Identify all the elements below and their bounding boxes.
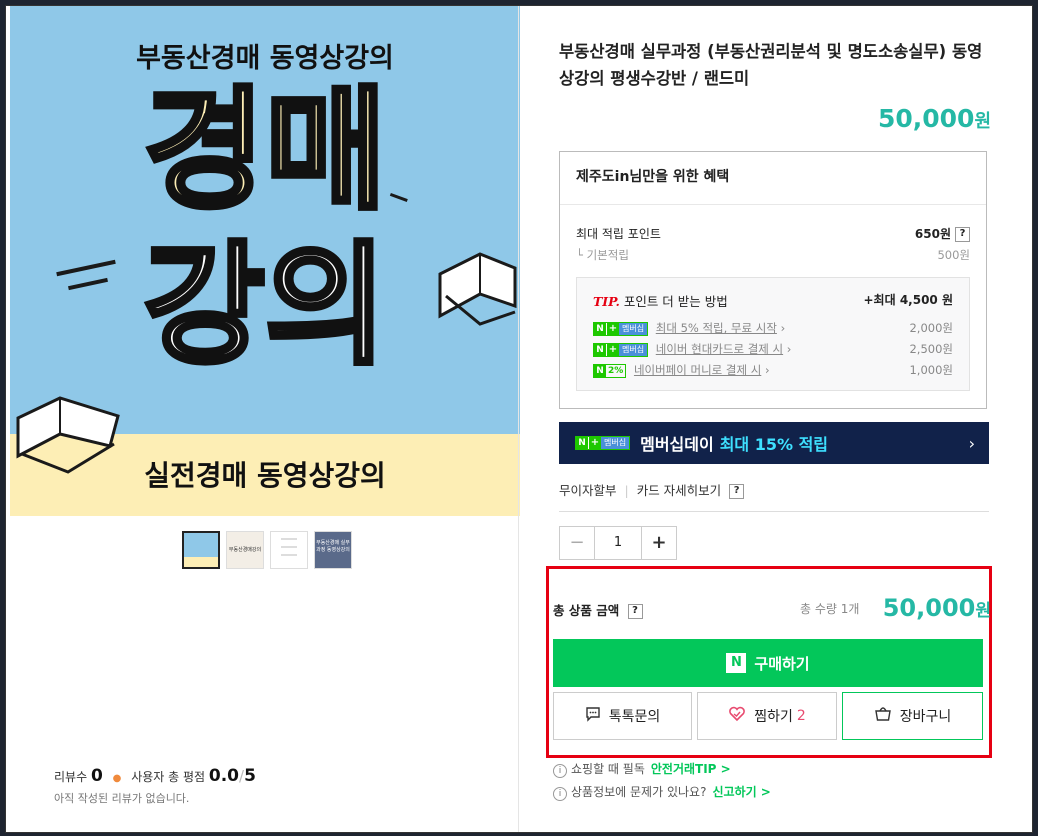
rating-value: 0.0 (208, 766, 240, 786)
review-count-label: 리뷰수 (54, 770, 88, 784)
basic-points-label: └ 기본적립 (576, 248, 629, 262)
product-price-won: 원 (974, 111, 991, 132)
cart-button[interactable]: 장바구니 (842, 692, 983, 740)
separator: | (624, 483, 629, 498)
thumbnail-2-text: 부동산경매강의 (228, 547, 262, 553)
membership-day-text: 멤버십데이 (640, 435, 714, 454)
tip-link-1[interactable]: 최대 5% 적립, 무료 시작 (656, 321, 777, 335)
info-icon: i (553, 764, 567, 778)
tip-row-2[interactable]: N + 멤버십 네이버 현대카드로 결제 시 › 2,500원 (593, 341, 953, 357)
installment-text: 무이자할부 (559, 483, 617, 498)
thumbnail-2[interactable]: 부동산경매강의 (226, 531, 264, 569)
product-gallery: 부동산경매 동영상강의 경매 강의 실전경매 동영상강의 부동산경매강의 부동산… (10, 6, 520, 832)
membership-day-highlight: 최대 15% 적립 (719, 435, 829, 454)
tip-amount-1: 2,000원 (909, 321, 953, 335)
help-icon[interactable]: ? (627, 604, 643, 619)
membership-day-banner[interactable]: N + 멤버십 멤버십데이 최대 15% 적립 › (559, 422, 989, 464)
report-link[interactable]: 신고하기 > (712, 785, 770, 799)
safety-tip-text: 쇼핑할 때 필독 (571, 762, 645, 776)
tip-link-3[interactable]: 네이버페이 머니로 결제 시 (634, 363, 761, 377)
image-bottom-text: 실전경매 동영상강의 (144, 459, 386, 492)
naverpay-badge-icon: N 2% (593, 363, 627, 378)
membership-badge-icon: N + 멤버십 (593, 342, 649, 357)
thumbnail-4-text: 부동산경매 실무과정 동영상강의 (316, 540, 350, 553)
review-empty-text: 아직 작성된 리뷰가 없습니다. (54, 792, 190, 805)
membership-badge-icon: N + 멤버십 (575, 436, 631, 450)
tip-box: TIP. 포인트 더 받는 방법 +최대 4,500 원 N + 멤버십 최대 5%… (576, 277, 970, 391)
thumbnail-3[interactable] (270, 531, 308, 569)
chevron-right-icon: › (968, 433, 975, 453)
product-price-value: 50,000 (877, 104, 975, 133)
image-top-text: 부동산경매 동영상강의 (136, 43, 394, 74)
max-points-value: 650원 (914, 227, 951, 241)
tip-max: +최대 4,500 원 (863, 293, 954, 307)
benefit-box: 제주도in님만을 위한 혜택 최대 적립 포인트 650원? └ 기본적립 50… (559, 151, 987, 409)
quantity-plus-button[interactable]: + (642, 527, 676, 559)
rating-max: 5 (244, 766, 256, 786)
tip-amount-3: 1,000원 (909, 363, 953, 377)
basic-points-value: 500원 (937, 248, 970, 262)
buy-button-label: 구매하기 (754, 654, 810, 673)
total-label: 총 상품 금액 ? (553, 600, 643, 619)
shopping-bag-icon (874, 706, 892, 726)
report-row: i 상품정보에 문제가 있나요? 신고하기 > (553, 783, 771, 801)
info-icon: i (553, 787, 567, 801)
help-icon[interactable]: ? (729, 484, 745, 499)
heart-icon (728, 706, 746, 726)
thumbnail-1[interactable] (182, 531, 220, 569)
product-title: 부동산경매 실무과정 (부동산권리분석 및 명도소송실무) 동영상강의 평생수강… (559, 42, 983, 88)
safety-tip-link[interactable]: 안전거래TIP > (651, 762, 731, 776)
quantity-minus-button[interactable]: − (560, 527, 594, 559)
report-text: 상품정보에 문제가 있나요? (571, 785, 707, 799)
wish-label: 찜하기 (754, 709, 793, 725)
review-count: 0 (90, 766, 103, 786)
total-price: 50,000원 (883, 594, 991, 622)
membership-badge-icon: N + 멤버십 (593, 321, 649, 336)
cart-label: 장바구니 (899, 709, 952, 725)
max-points-row: 최대 적립 포인트 650원? (576, 225, 970, 242)
tip-link-2[interactable]: 네이버 현대카드로 결제 시 (656, 342, 783, 356)
thumbnail-4[interactable]: 부동산경매 실무과정 동영상강의 (314, 531, 352, 569)
tip-header: TIP. 포인트 더 받는 방법 (593, 291, 728, 310)
tip-amount-2: 2,500원 (909, 342, 953, 356)
tip-label: TIP. (593, 294, 620, 309)
quantity-input[interactable]: 1 (594, 527, 642, 559)
image-big-text-2: 강의 (141, 229, 389, 384)
max-points-label: 최대 적립 포인트 (576, 227, 661, 241)
tip-row-1[interactable]: N + 멤버십 최대 5% 적립, 무료 시작 › 2,000원 (593, 320, 953, 336)
thumbnail-list: 부동산경매강의 부동산경매 실무과정 동영상강의 (182, 531, 352, 569)
image-big-text-1: 경매 (141, 74, 389, 229)
tip-row-3[interactable]: N 2% 네이버페이 머니로 결제 시 › 1,000원 (593, 362, 953, 378)
basic-points-row: └ 기본적립 500원 (576, 247, 970, 263)
total-price-value: 50,000 (882, 594, 976, 622)
rating-label: 사용자 총 평점 (131, 770, 206, 784)
talk-inquiry-button[interactable]: 톡톡문의 (553, 692, 692, 740)
talk-inquiry-label: 톡톡문의 (608, 709, 661, 725)
review-summary: 리뷰수 0 ● 사용자 총 평점 0.0/5 (54, 766, 256, 786)
total-price-won: 원 (975, 601, 991, 621)
quantity-stepper: − 1 + (559, 526, 677, 560)
product-price: 50,000원 (878, 104, 991, 133)
separator-dot: ● (112, 773, 122, 784)
help-icon[interactable]: ? (955, 227, 970, 242)
total-label-text: 총 상품 금액 (553, 603, 620, 618)
wish-button[interactable]: 찜하기 2 (697, 692, 837, 740)
benefit-header: 제주도in님만을 위한 혜택 (560, 152, 986, 205)
chat-bubble-icon (585, 706, 601, 726)
column-divider (518, 6, 519, 832)
buy-button[interactable]: N 구매하기 (553, 639, 983, 687)
tip-text: 포인트 더 받는 방법 (623, 294, 728, 309)
card-info-row: 무이자할부 | 카드 자세히보기 ? (559, 480, 745, 499)
wish-count: 2 (796, 708, 806, 724)
safety-tip-row: i 쇼핑할 때 필독 안전거래TIP > (553, 760, 731, 778)
naver-n-icon: N (726, 653, 747, 673)
total-quantity: 총 수량 1개 (800, 602, 860, 616)
product-main-image[interactable]: 부동산경매 동영상강의 경매 강의 실전경매 동영상강의 (10, 6, 520, 516)
card-detail-link[interactable]: 카드 자세히보기 (637, 483, 721, 498)
divider (559, 511, 989, 512)
